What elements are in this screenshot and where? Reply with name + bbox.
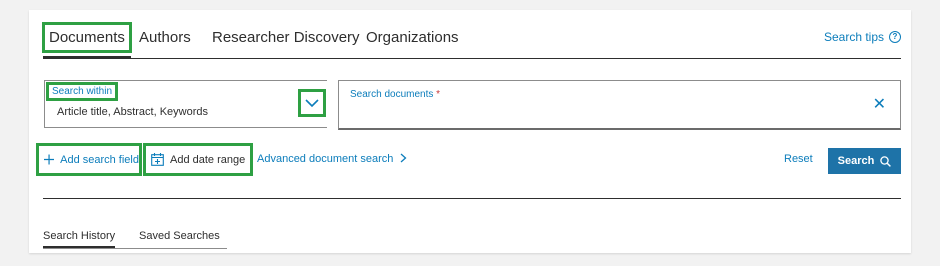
add-search-field-label: Add search field — [60, 153, 139, 166]
question-circle-icon: ? — [889, 31, 901, 43]
chevron-down-icon — [305, 98, 319, 107]
tab-authors[interactable]: Authors — [139, 18, 191, 58]
tab-researcher-discovery[interactable]: Researcher Discovery — [212, 18, 360, 58]
search-button-label: Search — [837, 155, 875, 167]
search-button[interactable]: Search — [828, 148, 901, 174]
plus-icon — [44, 154, 55, 165]
search-documents-label: Search documents * — [350, 89, 440, 100]
tab-documents[interactable]: Documents — [42, 18, 132, 59]
search-documents-input[interactable]: Search documents * ✕ — [338, 80, 901, 130]
search-within-value: Article title, Abstract, Keywords — [57, 106, 208, 118]
tab-organizations[interactable]: Organizations — [366, 18, 459, 58]
advanced-search-label: Advanced document search — [257, 153, 394, 165]
search-type-tabs: Documents Authors Researcher Discovery O… — [42, 18, 901, 59]
add-date-range-button[interactable]: Add date range — [143, 143, 253, 176]
tab-search-history[interactable]: Search History — [43, 230, 116, 248]
search-within-dropdown-button[interactable] — [298, 89, 326, 117]
required-marker: * — [436, 89, 441, 100]
search-tips-link[interactable]: Search tips ? — [824, 30, 901, 44]
search-documents-label-text: Search documents — [350, 89, 434, 100]
chevron-right-icon — [401, 153, 407, 163]
search-within-label: Search within — [45, 82, 119, 101]
search-tips-label: Search tips — [823, 30, 884, 44]
tab-saved-searches[interactable]: Saved Searches — [139, 230, 220, 242]
search-panel: Documents Authors Researcher Discovery O… — [29, 10, 911, 253]
section-divider — [43, 198, 901, 199]
advanced-document-search-link[interactable]: Advanced document search — [257, 153, 407, 165]
tab-documents-label: Documents — [42, 22, 132, 53]
calendar-plus-icon — [151, 153, 164, 166]
history-tabs: Search History Saved Searches — [43, 226, 227, 249]
add-date-range-label: Add date range — [170, 153, 246, 166]
search-within-select[interactable]: Search within Article title, Abstract, K… — [44, 80, 327, 128]
close-icon[interactable]: ✕ — [873, 97, 886, 113]
add-search-field-button[interactable]: Add search field — [36, 143, 142, 176]
reset-button[interactable]: Reset — [784, 153, 813, 165]
search-icon — [880, 155, 892, 167]
